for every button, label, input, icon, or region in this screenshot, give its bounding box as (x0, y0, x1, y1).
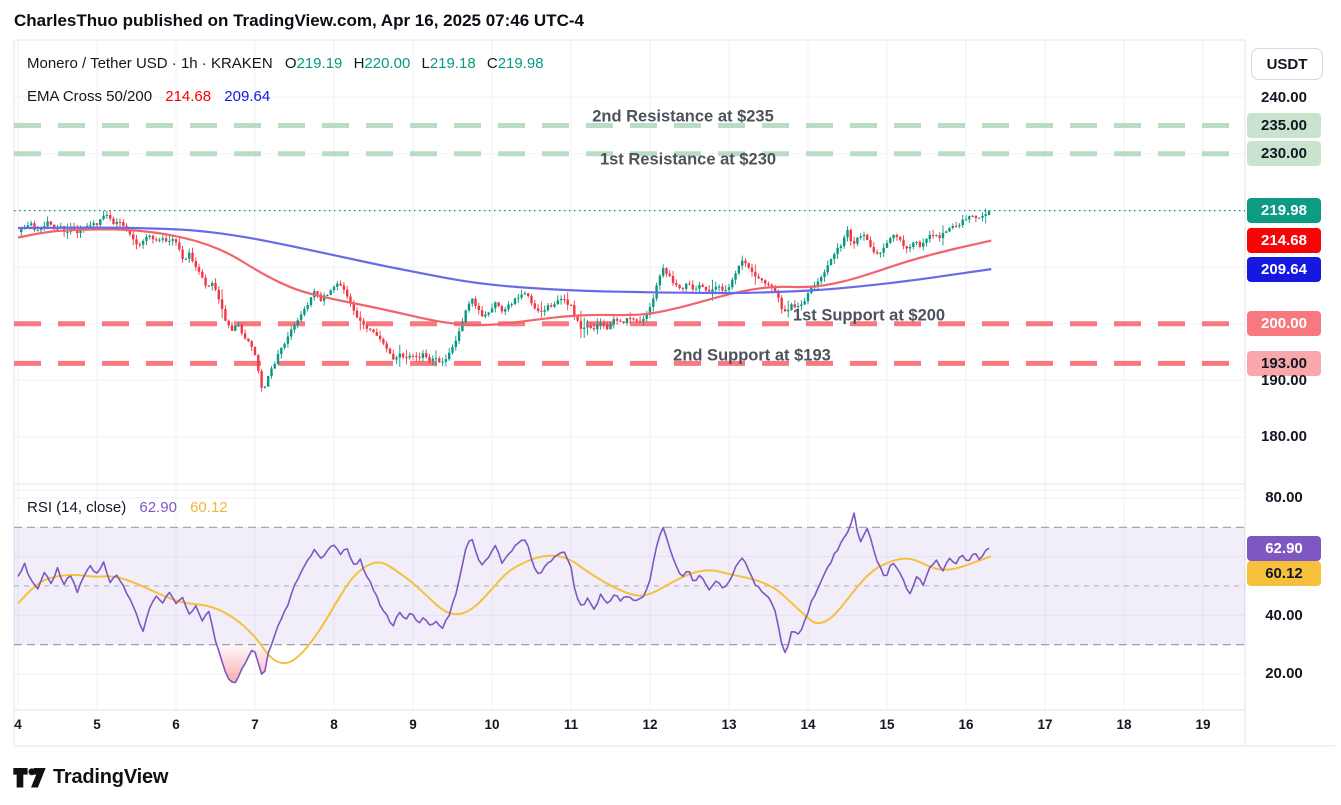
time-axis-label: 17 (1025, 717, 1065, 732)
ohlc-open-label: O (285, 55, 297, 72)
currency-toggle-button[interactable]: USDT (1251, 48, 1323, 80)
rsi-ma-value: 60.12 (190, 499, 228, 516)
price-axis-label: 180.00 (1247, 424, 1321, 449)
price-badge: 200.00 (1247, 311, 1321, 336)
ema-legend-title: EMA Cross 50/200 (27, 88, 152, 105)
annotation-3: 2nd Support at $193 (673, 346, 831, 364)
rsi-value: 62.90 (139, 499, 177, 516)
time-axis-label: 11 (551, 717, 591, 732)
price-badge: 214.68 (1247, 228, 1321, 253)
time-axis-label: 14 (788, 717, 828, 732)
ema200-line (18, 228, 991, 293)
ema200-value: 209.64 (224, 88, 270, 105)
annotation-0: 2nd Resistance at $235 (592, 107, 774, 125)
annotation-2: 1st Support at $200 (793, 306, 945, 324)
rsi-legend[interactable]: RSI (14, close) 62.90 60.12 (27, 499, 228, 516)
ohlc-close-label: C (487, 55, 498, 72)
annotation-1: 1st Resistance at $230 (600, 150, 776, 168)
ema50-value: 214.68 (165, 88, 211, 105)
time-axis-label: 8 (314, 717, 354, 732)
ohlc-high-value: 220.00 (364, 55, 410, 72)
time-axis-label: 7 (235, 717, 275, 732)
price-axis-label: 190.00 (1247, 368, 1321, 393)
time-axis-label: 15 (867, 717, 907, 732)
ohlc-close-value: 219.98 (498, 55, 544, 72)
price-badge: 209.64 (1247, 257, 1321, 282)
rsi-legend-title: RSI (14, close) (27, 499, 126, 516)
ema-cross-legend[interactable]: EMA Cross 50/200 214.68 209.64 (27, 88, 270, 105)
price-axis-label: 240.00 (1247, 85, 1321, 110)
time-axis-label: 9 (393, 717, 433, 732)
price-axis-label: 20.00 (1247, 661, 1321, 686)
time-axis-label: 10 (472, 717, 512, 732)
tradingview-logo[interactable]: TradingView (13, 766, 168, 789)
time-axis-label: 6 (156, 717, 196, 732)
price-badge: 219.98 (1247, 198, 1321, 223)
time-axis-label: 4 (0, 717, 38, 732)
price-axis-label: 40.00 (1247, 603, 1321, 628)
price-badge: 62.90 (1247, 536, 1321, 561)
time-axis-label: 5 (77, 717, 117, 732)
time-axis-label: 19 (1183, 717, 1223, 732)
symbol-legend[interactable]: Monero / Tether USD · 1h · KRAKEN O219.1… (27, 55, 551, 72)
brand-name: TradingView (53, 766, 168, 789)
ohlc-low-label: L (421, 55, 429, 72)
price-badge: 235.00 (1247, 113, 1321, 138)
time-axis-label: 12 (630, 717, 670, 732)
ohlc-high-label: H (354, 55, 365, 72)
tradingview-logo-icon (13, 768, 46, 788)
time-axis-label: 13 (709, 717, 749, 732)
ohlc-open-value: 219.19 (297, 55, 343, 72)
price-axis-label: 80.00 (1247, 485, 1321, 510)
time-axis-label: 18 (1104, 717, 1144, 732)
ohlc-low-value: 219.18 (430, 55, 476, 72)
chart-canvas[interactable]: 2nd Resistance at $235 1st Resistance at … (0, 0, 1341, 805)
time-axis-label: 16 (946, 717, 986, 732)
price-badge: 230.00 (1247, 141, 1321, 166)
price-badge: 60.12 (1247, 561, 1321, 586)
symbol-title: Monero / Tether USD · 1h · KRAKEN (27, 55, 273, 72)
